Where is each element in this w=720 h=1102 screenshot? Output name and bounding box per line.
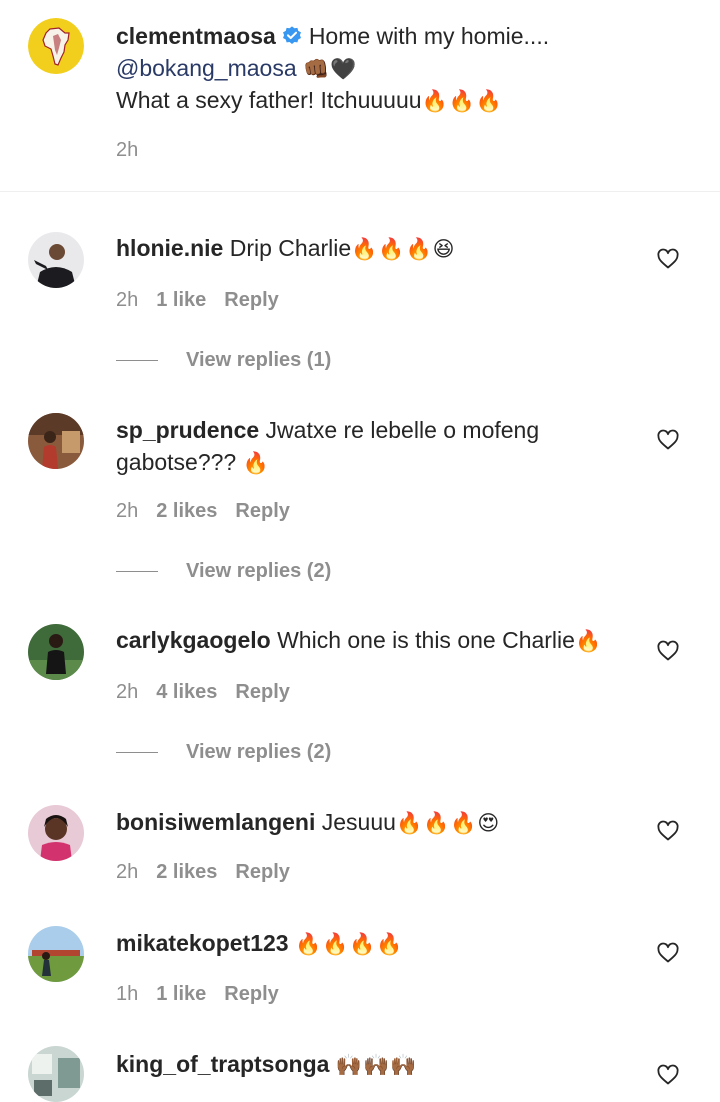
comment-likes[interactable]: 1 like — [156, 983, 206, 1005]
reply-button[interactable]: Reply — [235, 681, 289, 703]
post-caption-text-2: What a sexy father! Itchuuuuu — [116, 87, 422, 113]
comment-meta: 2h 2 likes Reply — [116, 498, 290, 524]
view-replies-label: View replies (1) — [186, 349, 332, 371]
comment-text: Which one is this one Charlie — [277, 627, 575, 653]
comment-meta: 1h 1 like Reply — [116, 981, 279, 1007]
reply-button[interactable]: Reply — [224, 289, 278, 311]
comment-text: Drip Charlie — [229, 235, 352, 261]
heart-outline-icon[interactable] — [656, 639, 680, 663]
comment-username[interactable]: carlykgaogelo — [116, 627, 271, 653]
heart-outline-icon[interactable] — [656, 428, 680, 452]
heart-outline-icon[interactable] — [656, 941, 680, 965]
comment-emoji: 🙌🏾🙌🏾🙌🏾 — [335, 1053, 418, 1077]
view-replies-button[interactable]: View replies (2) — [116, 558, 331, 584]
reply-button[interactable]: Reply — [235, 500, 289, 522]
view-replies-label: View replies (2) — [186, 741, 332, 763]
avatar-photo — [28, 413, 84, 469]
comment-text-row: sp_prudence Jwatxe re lebelle o mofeng — [116, 414, 630, 446]
caption-emoji: 👊🏾🖤 — [303, 57, 358, 81]
comment-emoji: 🔥🔥🔥😆 — [351, 237, 456, 261]
comment-avatar-bonisiwemlangeni[interactable] — [28, 805, 84, 861]
comment-text: Jwatxe re lebelle o mofeng — [265, 417, 540, 443]
comment-time: 2h — [116, 500, 139, 522]
post-author-avatar[interactable] — [28, 18, 84, 74]
comment-avatar-hlonie-nie[interactable] — [28, 232, 84, 288]
avatar-photo — [28, 624, 84, 680]
comment-text-row: carlykgaogelo Which one is this one Char… — [116, 624, 630, 657]
post-caption-line-2: @bokang_maosa 👊🏾🖤 — [116, 52, 630, 85]
heart-outline-icon[interactable] — [656, 247, 680, 271]
post-caption-line-3: What a sexy father! Itchuuuuu🔥🔥🔥 — [116, 84, 630, 117]
comment-text-2: gabotse??? — [116, 449, 237, 475]
comment-text-row: bonisiwemlangeni Jesuuu🔥🔥🔥😍 — [116, 806, 630, 839]
avatar-photo — [28, 1046, 84, 1102]
verified-badge-icon — [282, 26, 301, 44]
heart-outline-icon[interactable] — [656, 1063, 680, 1087]
comment-avatar-sp-prudence[interactable] — [28, 413, 84, 469]
view-replies-rule — [116, 360, 158, 362]
comment-emoji: 🔥🔥🔥😍 — [395, 811, 501, 835]
reply-button[interactable]: Reply — [235, 861, 289, 883]
post-timestamp: 2h — [116, 137, 138, 163]
caption-emoji-2: 🔥🔥🔥 — [421, 89, 504, 113]
comment-time: 2h — [116, 289, 139, 311]
comment-meta: 2h 2 likes Reply — [116, 859, 290, 885]
comment-emoji: 🔥🔥🔥🔥 — [294, 932, 404, 956]
comment-text-row: mikatekopet123 🔥🔥🔥🔥 — [116, 927, 630, 960]
view-replies-rule — [116, 752, 158, 754]
comment-username[interactable]: sp_prudence — [116, 417, 259, 443]
mention-link[interactable]: @bokang_maosa — [116, 55, 297, 81]
comment-username[interactable]: mikatekopet123 — [116, 930, 289, 956]
comment-time: 2h — [116, 861, 139, 883]
comment-username[interactable]: king_of_traptsonga — [116, 1051, 329, 1077]
comment-likes[interactable]: 1 like — [156, 289, 206, 311]
heart-outline-icon[interactable] — [656, 819, 680, 843]
avatar-photo — [28, 805, 84, 861]
comment-time: 2h — [116, 681, 139, 703]
view-replies-button[interactable]: View replies (1) — [116, 347, 331, 373]
comment-avatar-carlykgaogelo[interactable] — [28, 624, 84, 680]
comment-text-row-2: gabotse??? 🔥 — [116, 446, 630, 479]
post-author-username[interactable]: clementmaosa — [116, 23, 276, 49]
comment-likes[interactable]: 2 likes — [156, 500, 217, 522]
comment-time: 1h — [116, 983, 139, 1005]
caption-divider — [0, 191, 720, 192]
comment-emoji: 🔥 — [574, 629, 603, 653]
view-replies-button[interactable]: View replies (2) — [116, 739, 331, 765]
post-caption-line-1: clementmaosa Home with my homie.... — [116, 20, 630, 52]
reply-button[interactable]: Reply — [224, 983, 278, 1005]
comment-meta: 2h 4 likes Reply — [116, 679, 290, 705]
avatar-photo — [28, 926, 84, 982]
view-replies-label: View replies (2) — [186, 560, 332, 582]
post-time: 2h — [116, 139, 139, 161]
comment-emoji: 🔥 — [242, 451, 270, 475]
comment-username[interactable]: bonisiwemlangeni — [116, 809, 315, 835]
comment-text-row: king_of_traptsonga 🙌🏾🙌🏾🙌🏾 — [116, 1048, 630, 1081]
post-caption-text: Home with my homie.... — [308, 23, 550, 49]
comment-avatar-mikatekopet123[interactable] — [28, 926, 84, 982]
view-replies-rule — [116, 571, 158, 573]
comment-likes[interactable]: 2 likes — [156, 861, 217, 883]
comment-text-row: hlonie.nie Drip Charlie🔥🔥🔥😆 — [116, 232, 630, 265]
comment-likes[interactable]: 4 likes — [156, 681, 217, 703]
comment-meta: 2h 1 like Reply — [116, 287, 279, 313]
avatar-photo — [28, 232, 84, 288]
africa-map-avatar — [28, 18, 84, 74]
comment-avatar-king-of-traptsonga[interactable] — [28, 1046, 84, 1102]
comment-text: Jesuuu — [321, 809, 396, 835]
comment-username[interactable]: hlonie.nie — [116, 235, 223, 261]
